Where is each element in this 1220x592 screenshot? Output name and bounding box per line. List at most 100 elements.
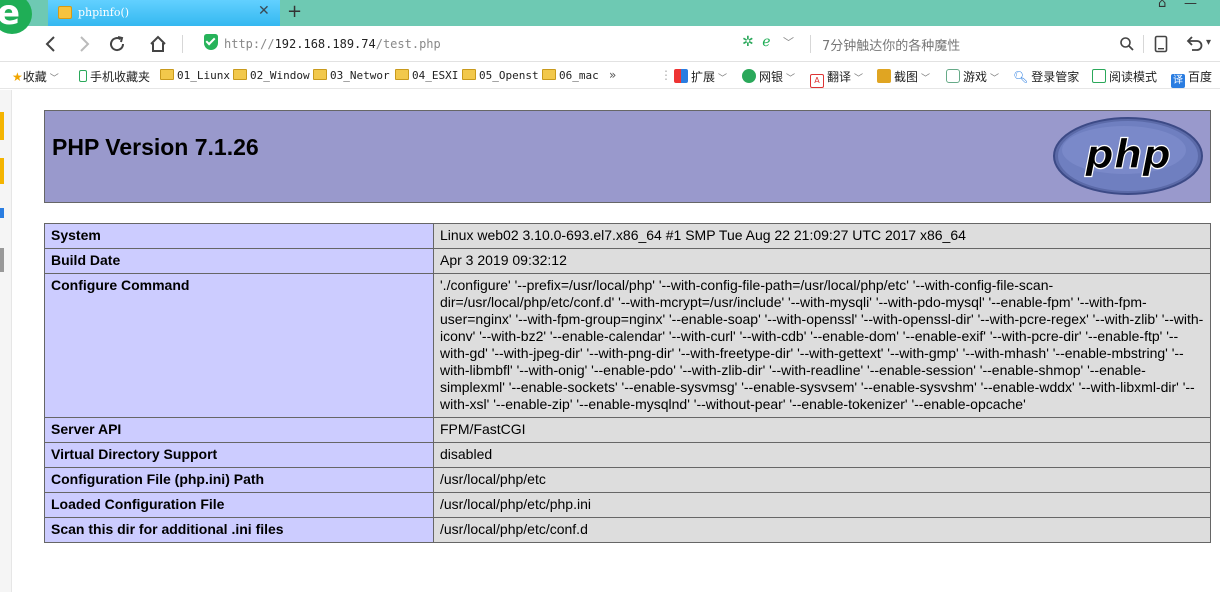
table-row: Virtual Directory Support disabled	[44, 442, 1211, 468]
sidebar-item[interactable]	[0, 248, 4, 272]
baidu-translate-icon: 译	[1171, 74, 1185, 88]
tool-separator	[1143, 35, 1144, 53]
tab-title: phpinfo()	[78, 6, 130, 19]
new-tab-icon[interactable]: +	[287, 1, 302, 22]
folder-icon	[542, 69, 556, 80]
folder-icon	[313, 69, 327, 80]
row-value: /usr/local/php/etc	[433, 467, 1211, 493]
php-header: PHP Version 7.1.26 php	[44, 110, 1211, 203]
chevron-down-icon: ﹀	[990, 74, 1000, 84]
bookmark-folder-1[interactable]: 01_Liunx	[160, 69, 230, 82]
accelerate-icon[interactable]: ✲	[742, 34, 754, 50]
row-key: Build Date	[44, 248, 434, 274]
page-favicon-icon	[58, 6, 72, 19]
bookmark-folder-5[interactable]: 05_Openst	[462, 69, 539, 82]
star-icon: ★	[12, 70, 23, 84]
mobile-favorites-button[interactable]: 手机收藏夹	[79, 68, 150, 85]
tool-ebank[interactable]: 网银 ﹀	[742, 68, 795, 85]
toolbar-divider: ⋮	[660, 68, 672, 82]
home-icon[interactable]	[148, 34, 168, 54]
row-value: FPM/FastCGI	[433, 417, 1211, 443]
table-row: Scan this dir for additional .ini files /…	[44, 517, 1211, 543]
tab-active[interactable]: phpinfo() ✕	[48, 0, 280, 26]
reload-icon[interactable]	[107, 34, 127, 54]
tool-baidu[interactable]: 译百度	[1171, 68, 1212, 88]
undo-dropdown-icon[interactable]: ▾	[1206, 37, 1211, 48]
undo-icon[interactable]	[1184, 35, 1204, 53]
tool-translate[interactable]: A 翻译 ﹀	[810, 68, 863, 88]
navigation-bar: http://192.168.189.74/test.php ✲ ℯ ﹀ 7分钟…	[0, 26, 1220, 62]
folder-label: 05_Openst	[479, 69, 539, 82]
tool-login-manager[interactable]: 🔍︎ 登录管家	[1013, 68, 1079, 85]
sidebar-item[interactable]	[0, 158, 4, 184]
mobile-device-icon[interactable]	[1154, 35, 1168, 53]
bookmarks-bar: ★收藏 ﹀ 手机收藏夹 01_Liunx 02_Window 03_Networ …	[0, 63, 1220, 89]
url-text[interactable]: http://192.168.189.74/test.php	[224, 37, 441, 51]
e-logo-icon: e	[0, 0, 21, 33]
back-arrow-icon[interactable]	[44, 35, 58, 53]
translate-icon: A	[810, 74, 824, 88]
row-key: Configuration File (php.ini) Path	[44, 467, 434, 493]
page-title: PHP Version 7.1.26	[52, 134, 259, 160]
address-bar[interactable]: http://192.168.189.74/test.php	[200, 31, 740, 57]
tool-label: 百度	[1188, 70, 1213, 84]
folder-label: 04_ESXI	[412, 69, 459, 82]
url-path: /test.php	[375, 37, 441, 51]
bookmark-folder-2[interactable]: 02_Window	[233, 69, 310, 82]
tool-label: 翻译	[827, 70, 852, 84]
row-key: System	[44, 223, 434, 249]
sidebar-item[interactable]	[0, 208, 4, 218]
folder-icon	[395, 69, 409, 80]
row-value: /usr/local/php/etc/conf.d	[433, 517, 1211, 543]
nav-separator	[182, 35, 183, 53]
page-content: PHP Version 7.1.26 php System Linux web02…	[13, 90, 1220, 592]
forward-arrow-icon[interactable]	[77, 35, 91, 53]
row-value: /usr/local/php/etc/php.ini	[433, 492, 1211, 518]
tool-extensions[interactable]: 扩展 ﹀	[674, 68, 727, 85]
key-icon: 🔍︎	[1013, 70, 1029, 84]
folder-label: 06_mac	[559, 69, 599, 82]
chevron-down-icon: ﹀	[718, 74, 728, 84]
row-value: Apr 3 2019 09:32:12	[433, 248, 1211, 274]
row-key: Scan this dir for additional .ini files	[44, 517, 434, 543]
row-key: Server API	[44, 417, 434, 443]
table-row: Server API FPM/FastCGI	[44, 417, 1211, 443]
folder-label: 01_Liunx	[177, 69, 230, 82]
search-input[interactable]: 7分钟触达你的各种魔性	[822, 35, 960, 54]
search-icon[interactable]	[1119, 36, 1135, 52]
bookmark-folder-3[interactable]: 03_Networ	[313, 69, 390, 82]
window-minimize-icon[interactable]: —	[1184, 0, 1197, 11]
info-table: System Linux web02 3.10.0-693.el7.x86_64 …	[44, 223, 1211, 543]
row-key: Configure Command	[44, 273, 434, 418]
php-logo-text: php	[1084, 132, 1171, 178]
folder-icon	[462, 69, 476, 80]
bookmarks-more-button[interactable]: »	[609, 68, 616, 82]
extensions-icon	[674, 69, 688, 83]
php-logo[interactable]: php	[1052, 116, 1204, 196]
favorites-label: 收藏	[22, 70, 47, 84]
tool-games[interactable]: 游戏 ﹀	[946, 68, 999, 85]
tool-reading-mode[interactable]: 阅读模式	[1092, 68, 1157, 85]
tool-screenshot[interactable]: 截图 ﹀	[877, 68, 930, 85]
tool-label: 游戏	[963, 70, 988, 84]
table-row: Loaded Configuration File/usr/local/php/…	[44, 492, 1211, 518]
sidebar-strip	[0, 90, 12, 592]
e-mode-icon[interactable]: ℯ	[762, 34, 770, 50]
tool-label: 登录管家	[1031, 70, 1080, 84]
tab-close-icon[interactable]: ✕	[258, 3, 270, 19]
chevron-down-icon[interactable]: ﹀	[783, 36, 794, 49]
row-key: Virtual Directory Support	[44, 442, 434, 468]
info-table-body: System Linux web02 3.10.0-693.el7.x86_64 …	[44, 223, 1211, 543]
folder-label: 03_Networ	[330, 69, 390, 82]
folder-icon	[233, 69, 247, 80]
chevron-down-icon: ﹀	[854, 74, 864, 84]
row-value: disabled	[433, 442, 1211, 468]
shirt-skin-icon[interactable]: ⌂	[1158, 0, 1166, 11]
sidebar-item[interactable]	[0, 112, 4, 140]
bookmark-folder-4[interactable]: 04_ESXI	[395, 69, 458, 82]
book-icon	[1092, 69, 1106, 83]
favorites-button[interactable]: ★收藏 ﹀	[12, 68, 59, 85]
bookmark-folder-6[interactable]: 06_mac	[542, 69, 599, 82]
screenshot-icon	[877, 69, 891, 83]
games-icon	[946, 69, 960, 83]
